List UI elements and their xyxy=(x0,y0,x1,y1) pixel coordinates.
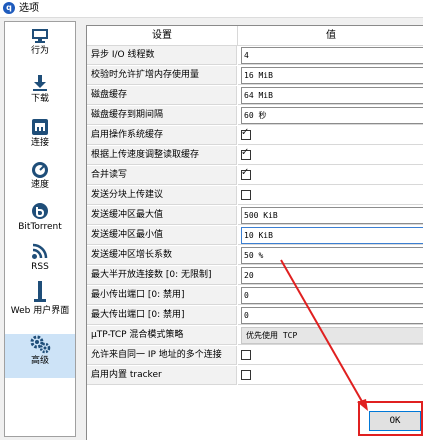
table-row: 最大传出端口 [0: 禁用] 0 xyxy=(87,306,423,326)
sidebar-item-label: Web 用户界面 xyxy=(10,306,70,316)
table-row: 发送缓冲区最小值 10 KiB xyxy=(87,226,423,246)
setting-label: 最大半开放连接数 [0: 无限制] xyxy=(87,266,237,285)
web-ui-icon xyxy=(34,281,46,302)
send-buffer-factor-input[interactable]: 50 % xyxy=(241,247,423,264)
sidebar-item-rss[interactable]: RSS xyxy=(5,242,75,282)
table-row: 异步 I/O 线程数 4 xyxy=(87,46,423,66)
table-row: 发送分块上传建议 xyxy=(87,186,423,206)
half-open-connections-input[interactable]: 20 xyxy=(241,267,423,284)
setting-label: 启用内置 tracker xyxy=(87,366,237,385)
window-title: 选项 xyxy=(19,3,39,14)
setting-label: 合并读写 xyxy=(87,166,237,185)
setting-label: 发送缓冲区最小值 xyxy=(87,226,237,245)
checkmark-icon: ✓ xyxy=(241,147,250,158)
table-row: 发送缓冲区最大值 500 KiB xyxy=(87,206,423,226)
download-icon xyxy=(33,75,47,91)
options-sidebar: 行为 下载 连接 速度 BitTorrent RSS Web 用户界面 高级 xyxy=(4,21,76,437)
bittorrent-icon xyxy=(32,203,48,219)
setting-label: 发送分块上传建议 xyxy=(87,186,237,205)
app-logo-icon: q xyxy=(3,2,15,14)
send-buffer-low-watermark-input[interactable]: 10 KiB xyxy=(241,227,423,244)
coalesce-rw-checkbox[interactable]: ✓ xyxy=(241,167,251,180)
checkmark-icon: ✓ xyxy=(241,127,250,138)
os-cache-checkbox[interactable]: ✓ xyxy=(241,127,251,140)
table-row: 磁盘缓存 64 MiB xyxy=(87,86,423,106)
utp-mixed-mode-select[interactable]: 优先使用 TCP xyxy=(241,327,423,344)
monitor-icon xyxy=(32,29,48,43)
embedded-tracker-checkbox[interactable] xyxy=(241,370,251,380)
outgoing-port-max-input[interactable]: 0 xyxy=(241,307,423,324)
gears-icon xyxy=(30,335,51,354)
async-io-threads-input[interactable]: 4 xyxy=(241,47,423,64)
setting-label: 发送缓冲区增长系数 xyxy=(87,246,237,265)
setting-label: 磁盘缓存 xyxy=(87,86,237,105)
setting-label: 允许来自同一 IP 地址的多个连接 xyxy=(87,346,237,365)
setting-label: 磁盘缓存到期间隔 xyxy=(87,106,237,125)
sidebar-item-advanced[interactable]: 高级 xyxy=(5,334,75,378)
sidebar-item-downloads[interactable]: 下载 xyxy=(5,74,75,114)
send-buffer-watermark-input[interactable]: 500 KiB xyxy=(241,207,423,224)
setting-label: 最小传出端口 [0: 禁用] xyxy=(87,286,237,305)
table-row: 磁盘缓存到期间隔 60 秒 xyxy=(87,106,423,126)
setting-label: 最大传出端口 [0: 禁用] xyxy=(87,306,237,325)
column-header-setting[interactable]: 设置 xyxy=(87,26,238,46)
table-row: 根据上传速度调整读取缓存 ✓ xyxy=(87,146,423,166)
setting-label: 根据上传速度调整读取缓存 xyxy=(87,146,237,165)
sidebar-item-connection[interactable]: 连接 xyxy=(5,118,75,158)
table-row: 启用操作系统缓存 ✓ xyxy=(87,126,423,146)
sidebar-item-label: RSS xyxy=(31,262,49,272)
table-row: 最大半开放连接数 [0: 无限制] 20 xyxy=(87,266,423,286)
title-bar: q 选项 xyxy=(0,0,423,18)
sidebar-item-bittorrent[interactable]: BitTorrent xyxy=(5,202,75,242)
multiple-connections-per-ip-checkbox[interactable] xyxy=(241,350,251,360)
sidebar-item-label: 连接 xyxy=(30,138,49,148)
sidebar-item-label: BitTorrent xyxy=(18,222,62,232)
sidebar-item-behavior[interactable]: 行为 xyxy=(5,28,75,70)
checking-memory-input[interactable]: 16 MiB xyxy=(241,67,423,84)
setting-label: μTP-TCP 混合模式策略 xyxy=(87,326,237,345)
disk-cache-expiry-input[interactable]: 60 秒 xyxy=(241,107,423,124)
sidebar-item-label: 下载 xyxy=(30,94,49,104)
sidebar-item-speed[interactable]: 速度 xyxy=(5,160,75,202)
table-row: 启用内置 tracker xyxy=(87,366,423,386)
adjust-read-cache-checkbox[interactable]: ✓ xyxy=(241,147,251,160)
setting-label: 启用操作系统缓存 xyxy=(87,126,237,145)
rss-icon xyxy=(32,243,48,259)
annotation-highlight-box xyxy=(358,401,423,436)
table-row: 允许来自同一 IP 地址的多个连接 xyxy=(87,346,423,366)
table-row: 发送缓冲区增长系数 50 % xyxy=(87,246,423,266)
sidebar-item-label: 行为 xyxy=(30,46,49,56)
outgoing-port-min-input[interactable]: 0 xyxy=(241,287,423,304)
sidebar-item-label: 高级 xyxy=(30,356,49,366)
sidebar-item-web-ui[interactable]: Web 用户界面 xyxy=(5,280,75,332)
table-row: 合并读写 ✓ xyxy=(87,166,423,186)
table-row: 校验时允许扩增内存使用量 16 MiB xyxy=(87,66,423,86)
table-row: 最小传出端口 [0: 禁用] 0 xyxy=(87,286,423,306)
checkmark-icon: ✓ xyxy=(241,167,250,178)
suggest-mode-checkbox[interactable] xyxy=(241,190,251,200)
setting-label: 异步 I/O 线程数 xyxy=(87,46,237,65)
speedometer-icon xyxy=(32,162,48,178)
network-port-icon xyxy=(32,119,48,135)
column-header-value[interactable]: 值 xyxy=(238,26,423,46)
advanced-settings-table: 设置 值 异步 I/O 线程数 4 校验时允许扩增内存使用量 16 MiB 磁盘… xyxy=(86,25,423,440)
sidebar-item-label: 速度 xyxy=(30,180,49,190)
table-row: μTP-TCP 混合模式策略 优先使用 TCP xyxy=(87,326,423,346)
setting-label: 发送缓冲区最大值 xyxy=(87,206,237,225)
setting-label: 校验时允许扩增内存使用量 xyxy=(87,66,237,85)
disk-cache-input[interactable]: 64 MiB xyxy=(241,87,423,104)
